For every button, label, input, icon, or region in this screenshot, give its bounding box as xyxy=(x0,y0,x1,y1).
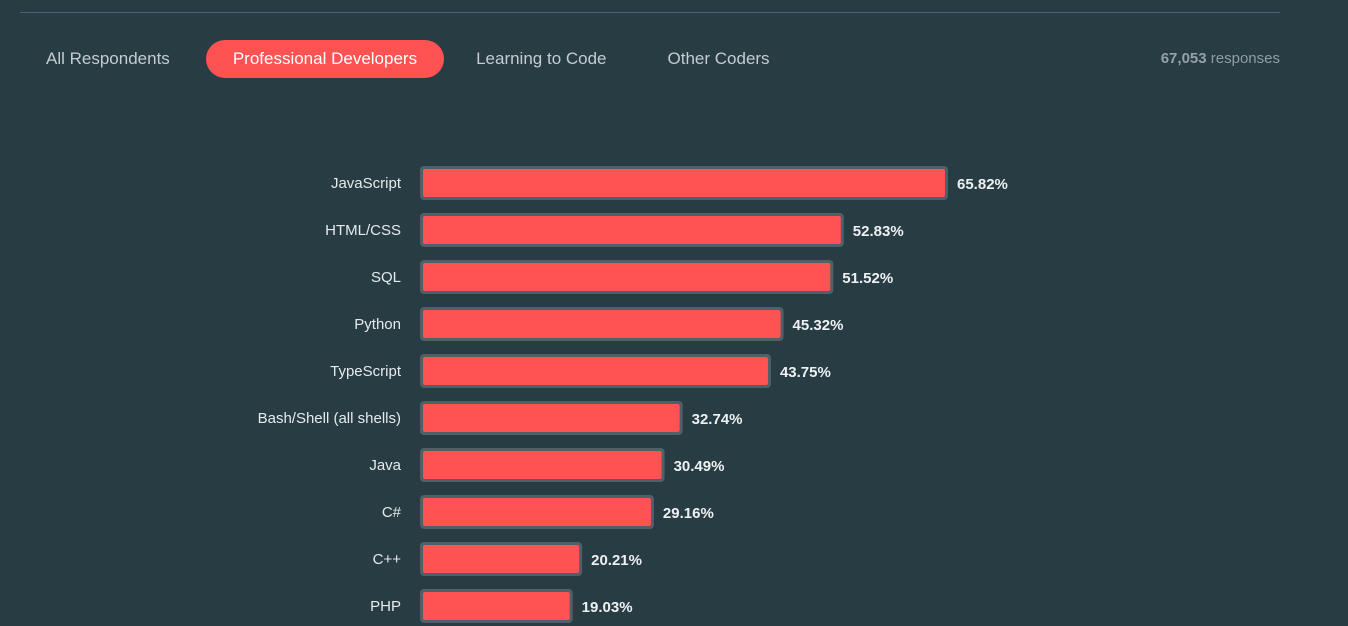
category-label-c: C++ xyxy=(373,551,402,568)
bar-java xyxy=(423,451,662,479)
category-label-sql: SQL xyxy=(371,269,401,286)
bar-c xyxy=(423,545,580,573)
category-label-html-css: HTML/CSS xyxy=(325,222,401,239)
bar-python xyxy=(423,310,781,338)
value-label-typescript: 43.75% xyxy=(780,364,831,381)
bar-javascript xyxy=(423,169,945,197)
value-label-javascript: 65.82% xyxy=(957,176,1008,193)
bar-bash-shell-all-shells xyxy=(423,404,680,432)
bar-chart: JavaScript 65.82% HTML/CSS 52.83% SQL 51.52% P… xyxy=(258,166,1008,623)
value-label-html-css: 52.83% xyxy=(853,223,904,240)
value-label-sql: 51.52% xyxy=(842,270,893,287)
bar-php xyxy=(423,592,570,620)
value-label-c: 20.21% xyxy=(591,552,642,569)
bar-sql xyxy=(423,263,831,291)
category-label-bash-shell-all-shells: Bash/Shell (all shells) xyxy=(258,410,401,427)
category-label-c: C# xyxy=(382,504,402,521)
value-label-java: 30.49% xyxy=(674,458,725,475)
value-label-python: 45.32% xyxy=(793,317,844,334)
value-label-c: 29.16% xyxy=(663,505,714,522)
category-label-php: PHP xyxy=(370,598,401,615)
bar-typescript xyxy=(423,357,768,385)
bar-html-css xyxy=(423,216,841,244)
value-label-bash-shell-all-shells: 32.74% xyxy=(692,411,743,428)
category-label-java: Java xyxy=(369,457,401,474)
category-label-typescript: TypeScript xyxy=(330,363,402,380)
category-label-javascript: JavaScript xyxy=(331,175,402,192)
bar-c xyxy=(423,498,651,526)
category-label-python: Python xyxy=(354,316,401,333)
value-label-php: 19.03% xyxy=(582,599,633,616)
